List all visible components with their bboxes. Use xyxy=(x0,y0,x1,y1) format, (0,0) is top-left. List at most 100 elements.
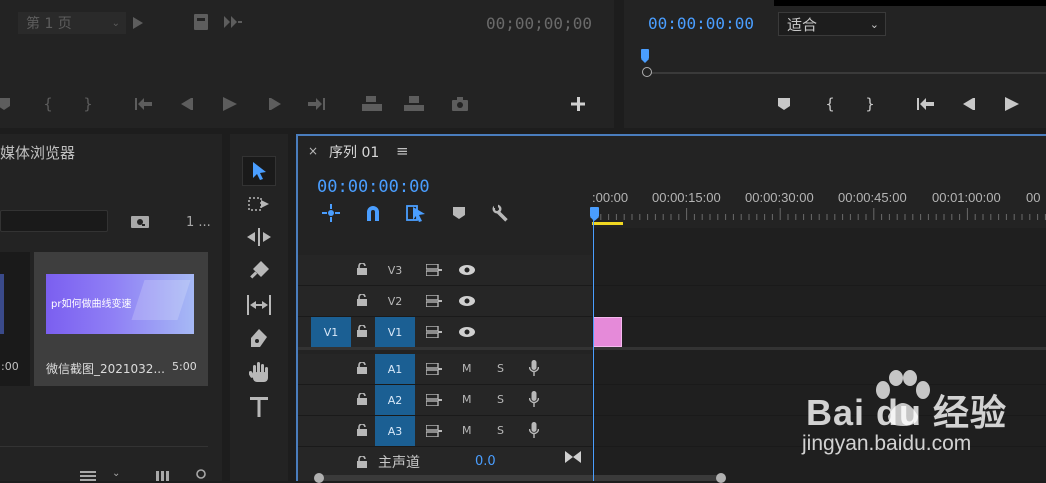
mark-out-icon[interactable]: } xyxy=(860,94,880,114)
playhead-marker-icon[interactable] xyxy=(641,49,649,63)
sync-lock-icon[interactable] xyxy=(426,363,442,375)
mute-button[interactable]: M xyxy=(462,362,472,375)
sync-lock-icon[interactable] xyxy=(426,425,442,437)
step-back-icon[interactable] xyxy=(958,94,978,114)
chevron-down-icon[interactable]: ⌄ xyxy=(112,468,120,479)
lock-icon[interactable] xyxy=(356,393,368,405)
track-row-v1[interactable]: V1 V1 xyxy=(298,317,1046,350)
add-marker-icon[interactable] xyxy=(0,94,14,114)
sync-lock-icon[interactable] xyxy=(426,326,442,338)
add-button-icon[interactable] xyxy=(568,94,588,114)
bin-icon[interactable] xyxy=(156,471,172,481)
track-label[interactable]: V1 xyxy=(375,317,415,347)
page-select[interactable]: 第 1 页 ⌄ xyxy=(18,12,126,34)
mark-in-icon[interactable]: { xyxy=(820,94,840,114)
mute-button[interactable]: M xyxy=(462,393,472,406)
microphone-icon[interactable] xyxy=(529,360,539,376)
track-lane-v2[interactable] xyxy=(592,286,1046,316)
shuttle-icon[interactable] xyxy=(224,16,242,28)
panel-menu-icon[interactable]: ≡ xyxy=(396,142,409,160)
timeline-zoom-scrollbar[interactable] xyxy=(316,475,724,481)
playhead-handle-icon[interactable] xyxy=(590,207,599,221)
lock-icon[interactable] xyxy=(356,424,368,436)
camera-icon[interactable] xyxy=(450,94,470,114)
linked-selection-icon[interactable] xyxy=(406,204,426,222)
go-to-in-icon[interactable] xyxy=(134,94,154,114)
eye-icon[interactable] xyxy=(459,295,475,307)
eye-icon[interactable] xyxy=(459,326,475,338)
mark-in-icon[interactable]: { xyxy=(38,94,58,114)
clip-thumbnail-selected[interactable]: pr如何做曲线变速 微信截图_2021032... 5:00 xyxy=(34,252,208,386)
search-icon[interactable] xyxy=(196,469,208,481)
mute-button[interactable]: M xyxy=(462,424,472,437)
add-marker-icon[interactable] xyxy=(452,206,466,220)
track-lane-v1[interactable] xyxy=(592,317,1046,347)
track-select-tool[interactable] xyxy=(242,189,276,219)
play-triangle-icon[interactable] xyxy=(133,17,143,29)
zoom-select[interactable]: 适合 ⌄ xyxy=(778,12,886,36)
search-input[interactable] xyxy=(0,210,108,232)
ripple-edit-tool[interactable] xyxy=(242,222,276,252)
microphone-icon[interactable] xyxy=(529,391,539,407)
find-icon[interactable] xyxy=(131,214,149,228)
scrub-handle[interactable] xyxy=(642,67,652,77)
sync-lock-icon[interactable] xyxy=(426,295,442,307)
solo-button[interactable]: S xyxy=(497,362,504,375)
track-row-v3[interactable]: V3 xyxy=(298,255,1046,286)
snap-magnet-icon[interactable] xyxy=(364,204,382,222)
sync-lock-icon[interactable] xyxy=(426,264,442,276)
nest-icon[interactable] xyxy=(322,204,340,222)
list-view-icon[interactable] xyxy=(80,471,96,481)
solo-button[interactable]: S xyxy=(497,424,504,437)
sequence-tab[interactable]: 序列 01 xyxy=(329,142,379,162)
track-label[interactable]: A1 xyxy=(375,354,415,384)
solo-button[interactable]: S xyxy=(497,393,504,406)
overwrite-icon[interactable] xyxy=(404,94,424,114)
scrub-bar[interactable] xyxy=(648,72,1046,74)
timeline-timecode[interactable]: 00:00:00:00 xyxy=(317,177,430,197)
insert-icon[interactable] xyxy=(362,94,382,114)
track-row-v2[interactable]: V2 xyxy=(298,286,1046,317)
track-label[interactable]: A2 xyxy=(375,385,415,415)
wrench-icon[interactable] xyxy=(492,204,510,222)
eye-icon[interactable] xyxy=(459,264,475,276)
lock-icon[interactable] xyxy=(356,263,368,275)
track-lane-v3[interactable] xyxy=(592,255,1046,285)
lock-icon[interactable] xyxy=(356,362,368,374)
scrollbar-right-handle[interactable] xyxy=(716,473,726,483)
step-back-icon[interactable] xyxy=(176,94,196,114)
step-forward-icon[interactable] xyxy=(266,94,286,114)
play-icon[interactable] xyxy=(220,94,240,114)
lock-icon[interactable] xyxy=(356,294,368,306)
program-timecode[interactable]: 00:00:00:00 xyxy=(648,14,754,33)
play-icon[interactable] xyxy=(1002,94,1022,114)
slip-tool[interactable] xyxy=(242,290,276,320)
hand-tool[interactable] xyxy=(242,358,276,388)
master-volume-value[interactable]: 0.0 xyxy=(475,454,496,469)
clip-thumbnail-left[interactable]: 5:00 xyxy=(0,252,30,386)
lock-icon[interactable] xyxy=(356,325,368,337)
add-marker-icon[interactable] xyxy=(774,94,794,114)
panel-title[interactable]: 媒体浏览器 xyxy=(0,142,75,163)
razor-icon xyxy=(250,261,269,279)
mark-out-icon[interactable]: } xyxy=(78,94,98,114)
selection-tool[interactable] xyxy=(242,156,276,186)
export-frame-icon[interactable] xyxy=(194,14,208,30)
track-label[interactable]: A3 xyxy=(375,416,415,446)
work-area-bar[interactable] xyxy=(592,222,623,225)
video-clip[interactable] xyxy=(593,317,622,347)
pen-tool[interactable] xyxy=(242,324,276,354)
lock-icon[interactable] xyxy=(356,456,368,468)
item-count: 1 ... xyxy=(186,215,211,230)
go-to-in-icon[interactable] xyxy=(916,94,936,114)
sync-lock-icon[interactable] xyxy=(426,394,442,406)
scrollbar-left-handle[interactable] xyxy=(314,473,324,483)
type-tool[interactable] xyxy=(242,392,276,422)
tab-close-icon[interactable]: × xyxy=(308,144,318,158)
bowtie-icon[interactable] xyxy=(565,451,581,463)
razor-tool[interactable] xyxy=(242,256,276,286)
microphone-icon[interactable] xyxy=(529,422,539,438)
playhead-line[interactable] xyxy=(593,218,594,481)
source-patch-v1[interactable]: V1 xyxy=(311,317,351,347)
go-to-out-icon[interactable] xyxy=(306,94,326,114)
